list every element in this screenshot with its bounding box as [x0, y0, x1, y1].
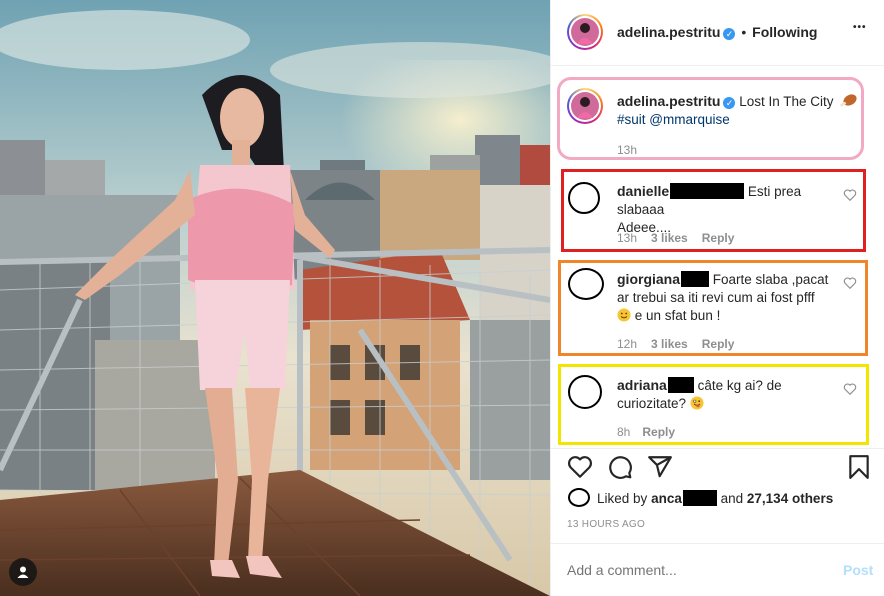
- action-bar: [551, 448, 884, 488]
- post-detail-panel: adelina.pestritu ✓ • Following ••• adelin…: [550, 0, 884, 596]
- comment-1-text: danielle Esti prea slabaaa Adeee....: [617, 182, 849, 237]
- comment-1-meta: 13h 3 likes Reply: [617, 231, 734, 245]
- share-icon[interactable]: [647, 454, 673, 480]
- author-avatar[interactable]: [569, 16, 601, 48]
- commenter-avatar[interactable]: [568, 268, 604, 300]
- comment-3-meta: 8h Reply: [617, 425, 675, 439]
- comment-2-meta: 12h 3 likes Reply: [617, 337, 734, 351]
- comment-2-username[interactable]: giorgiana: [617, 271, 680, 287]
- redaction-box: [682, 490, 717, 506]
- comment-3-reply[interactable]: Reply: [642, 425, 675, 439]
- post-header: adelina.pestritu ✓ • Following •••: [551, 0, 884, 66]
- liker-avatar[interactable]: [568, 488, 590, 507]
- commenter-avatar[interactable]: [568, 375, 602, 409]
- comment-2-body: Foarte slaba ,pacat: [712, 272, 829, 287]
- comment-1-heart-icon[interactable]: [843, 188, 857, 202]
- comment-3-body: câte kg ai? de: [697, 378, 782, 393]
- heart-icon[interactable]: [567, 454, 593, 480]
- caption-body: Lost In The City: [739, 94, 834, 109]
- comment-icon[interactable]: [607, 454, 633, 480]
- comment-2-heart-icon[interactable]: [843, 276, 857, 290]
- add-comment-input[interactable]: [567, 560, 817, 580]
- smile-emoji-icon: [617, 308, 631, 322]
- comment-3-time: 8h: [617, 425, 631, 439]
- liked-by-count[interactable]: 27,134 others: [747, 491, 833, 506]
- tongue-emoji-icon: [690, 396, 704, 410]
- caption-avatar[interactable]: [569, 90, 601, 122]
- comment-1-likes[interactable]: 3 likes: [651, 231, 688, 245]
- comment-1-time: 13h: [617, 231, 638, 245]
- post-photo[interactable]: [0, 0, 550, 596]
- more-icon[interactable]: •••: [853, 22, 867, 33]
- likes-line: Liked by anca and 27,134 others: [597, 490, 833, 506]
- verified-icon: ✓: [723, 28, 736, 40]
- comment-1-reply[interactable]: Reply: [702, 231, 735, 245]
- bookmark-icon[interactable]: [847, 454, 871, 480]
- comment-bar: Post: [551, 543, 884, 596]
- caption-text: adelina.pestritu ✓ Lost In The City #suit…: [617, 92, 867, 129]
- comment-3-username[interactable]: adriana: [617, 377, 667, 393]
- commenter-avatar[interactable]: [568, 182, 600, 214]
- redaction-box: [667, 377, 694, 393]
- mention-link[interactable]: @mmarquise: [649, 112, 729, 127]
- caption-time: 13h: [617, 143, 638, 157]
- post-time-ago[interactable]: 13 HOURS AGO: [567, 519, 645, 530]
- user-tag-icon[interactable]: [9, 558, 37, 586]
- comment-3-heart-icon[interactable]: [843, 382, 857, 396]
- caption-verified-icon: ✓: [723, 97, 736, 109]
- comment-3-body-2: curiozitate?: [617, 396, 687, 411]
- hashtag-link[interactable]: #suit: [617, 112, 646, 127]
- post-image: [0, 0, 550, 596]
- following-button[interactable]: Following: [752, 24, 817, 40]
- comment-2-reply[interactable]: Reply: [702, 337, 735, 351]
- comment-1-username[interactable]: danielle: [617, 183, 669, 199]
- comment-2-likes[interactable]: 3 likes: [651, 337, 688, 351]
- post-button[interactable]: Post: [843, 562, 873, 578]
- redaction-box: [681, 271, 710, 287]
- comment-2-time: 12h: [617, 337, 638, 351]
- comment-3-text: adriana câte kg ai? de curiozitate?: [617, 376, 845, 413]
- redaction-box: [670, 183, 745, 199]
- caption-username[interactable]: adelina.pestritu: [617, 93, 720, 109]
- chicken-leg-emoji-icon: [840, 94, 857, 107]
- liked-by-user[interactable]: anca: [651, 491, 682, 506]
- header-title: adelina.pestritu ✓ • Following: [617, 24, 817, 40]
- header-dot: •: [741, 24, 747, 40]
- comment-2-body-2: ar trebui sa iti revi cum ai fost pfff: [617, 290, 815, 305]
- comment-2-text: giorgiana Foarte slaba ,pacat ar trebui …: [617, 270, 847, 325]
- author-username[interactable]: adelina.pestritu: [617, 24, 720, 40]
- liked-by-prefix: Liked by: [597, 491, 648, 506]
- comment-2-body-3: e un sfat bun !: [634, 308, 721, 323]
- liked-by-and: and: [720, 491, 744, 506]
